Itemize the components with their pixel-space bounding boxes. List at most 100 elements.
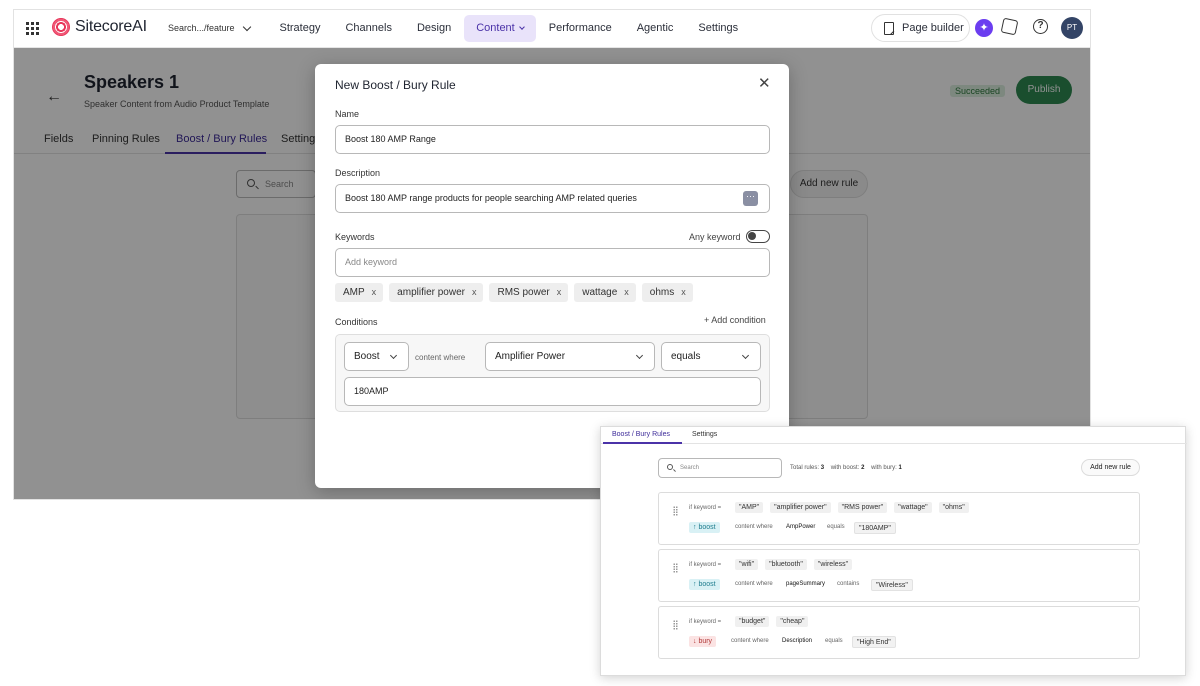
inset-search-placeholder: Search [680,465,700,471]
help-icon[interactable]: ? [1033,19,1048,34]
chevron-down-icon [635,351,644,360]
chevron-down-icon [242,22,251,31]
operator-select-value: equals [671,351,701,362]
nav-content[interactable]: Content [463,15,537,42]
drag-handle-icon[interactable] [673,620,678,630]
remove-keyword-icon[interactable]: x [372,287,377,297]
keyword-chip: RMS power x [489,283,569,302]
nav-channels[interactable]: Channels [333,15,404,42]
total-rules-label: Total rules: [790,465,820,471]
description-value: Boost 180 AMP range products for people … [345,193,637,203]
chevron-down-icon [389,351,398,360]
keyword-chip-label: AMP [343,287,365,298]
any-keyword-label: Any keyword [689,232,741,242]
if-keyword-label: if keyword = [689,505,722,511]
page-builder-label: Page builder [902,22,964,34]
rule-keywords: "budget" "cheap" [735,616,815,627]
rule-card[interactable]: if keyword = "budget" "cheap" ↓ bury con… [658,606,1140,659]
rule-keyword-chip: "wireless" [813,559,853,570]
rule-keywords: "AMP" "amplifier power" "RMS power" "wat… [735,502,976,513]
site-switcher-label: Search.../feature [168,23,235,33]
rule-card[interactable]: if keyword = "AMP" "amplifier power" "RM… [658,492,1140,545]
nav-performance[interactable]: Performance [536,15,624,42]
avatar[interactable]: PT [1061,17,1083,39]
remove-keyword-icon[interactable]: x [624,287,629,297]
any-keyword-toggle[interactable] [746,230,770,243]
brand-name: SitecoreAI [75,18,147,35]
ai-assistant-icon[interactable]: ✦ [975,19,993,37]
action-select[interactable]: Boost [344,342,409,371]
rule-field: AmpPower [786,524,816,530]
rule-keyword-chip: "RMS power" [837,502,888,513]
top-bar: SitecoreAI Search.../feature Strategy Ch… [14,10,1090,48]
rule-keyword-chip: "wifi" [735,559,759,570]
content-where-label: content where [415,353,466,362]
nav-strategy[interactable]: Strategy [267,15,333,42]
rules-overview-panel: Boost / Bury Rules Settings Search Total… [600,426,1187,676]
keyword-chip-label: wattage [582,287,618,298]
inset-add-new-rule-button[interactable]: Add new rule [1081,459,1140,476]
boost-count-label: with boost: [830,465,860,471]
remove-keyword-icon[interactable]: x [681,287,686,297]
more-options-icon[interactable]: ··· [743,191,758,206]
new-rule-dialog: New Boost / Bury Rule ✕ Name Boost 180 A… [315,64,789,488]
chevron-down-icon [518,24,525,30]
content-where-label: content where [731,638,769,644]
nav-agentic[interactable]: Agentic [624,15,686,42]
rule-value: "High End" [852,636,896,648]
bury-count: 1 [898,465,902,471]
inset-search-input[interactable]: Search [658,458,782,478]
rule-field: pageSummary [786,581,826,587]
if-keyword-label: if keyword = [689,619,722,625]
action-select-value: Boost [354,351,380,362]
operator-select[interactable]: equals [661,342,761,371]
nav-content-label: Content [476,22,515,34]
keywords-label: Keywords [335,232,375,242]
rule-keyword-chip: "ohms" [938,502,969,513]
main-nav: Strategy Channels Design Content Perform… [267,15,751,42]
bury-count-label: with bury: [871,465,897,471]
rule-keyword-chip: "budget" [735,616,770,627]
rule-stats: Total rules: 3 with boost: 2 with bury: … [790,465,902,471]
content-where-label: content where [735,581,773,587]
boost-badge: ↑ boost [689,579,720,590]
inset-tab-boost-bury-rules[interactable]: Boost / Bury Rules [612,431,670,438]
sitecore-logo-icon [52,18,70,36]
condition-value-field[interactable]: 180AMP [344,377,761,406]
close-icon[interactable]: ✕ [758,76,771,91]
keyword-chip: wattage x [574,283,636,302]
remove-keyword-icon[interactable]: x [557,287,562,297]
site-switcher[interactable]: Search.../feature [168,22,251,33]
name-field[interactable]: Boost 180 AMP Range [335,125,770,154]
if-keyword-label: if keyword = [689,562,722,568]
field-select[interactable]: Amplifier Power [485,342,655,371]
page-builder-button[interactable]: Page builder [871,14,970,42]
extensions-icon[interactable] [1000,17,1019,36]
rule-operator: equals [827,524,845,530]
drag-handle-icon[interactable] [673,506,678,516]
nav-design[interactable]: Design [404,15,463,42]
rule-keyword-chip: "amplifier power" [770,502,831,513]
add-condition-button[interactable]: + Add condition [704,315,766,325]
logo: SitecoreAI [52,18,147,36]
boost-count: 2 [861,465,865,471]
nav-settings[interactable]: Settings [686,15,751,42]
rule-keyword-chip: "AMP" [735,502,764,513]
total-rules-count: 3 [820,465,825,471]
field-select-value: Amplifier Power [495,351,566,362]
rule-field: Description [782,638,813,644]
description-field[interactable]: Boost 180 AMP range products for people … [335,184,770,213]
rule-keywords: "wifi" "bluetooth" "wireless" [735,559,859,570]
app-grid-icon[interactable] [26,22,39,35]
inset-tab-settings[interactable]: Settings [692,431,717,438]
inset-tabs: Boost / Bury Rules Settings [601,427,1187,444]
page-edit-icon [884,21,894,35]
drag-handle-icon[interactable] [673,563,678,573]
remove-keyword-icon[interactable]: x [472,287,477,297]
rule-card[interactable]: if keyword = "wifi" "bluetooth" "wireles… [658,549,1140,602]
rule-keyword-chip: "wattage" [894,502,932,513]
rule-keyword-chip: "cheap" [776,616,809,627]
dialog-title: New Boost / Bury Rule [335,78,456,92]
search-icon [667,464,673,470]
keyword-input[interactable]: Add keyword [335,248,770,277]
